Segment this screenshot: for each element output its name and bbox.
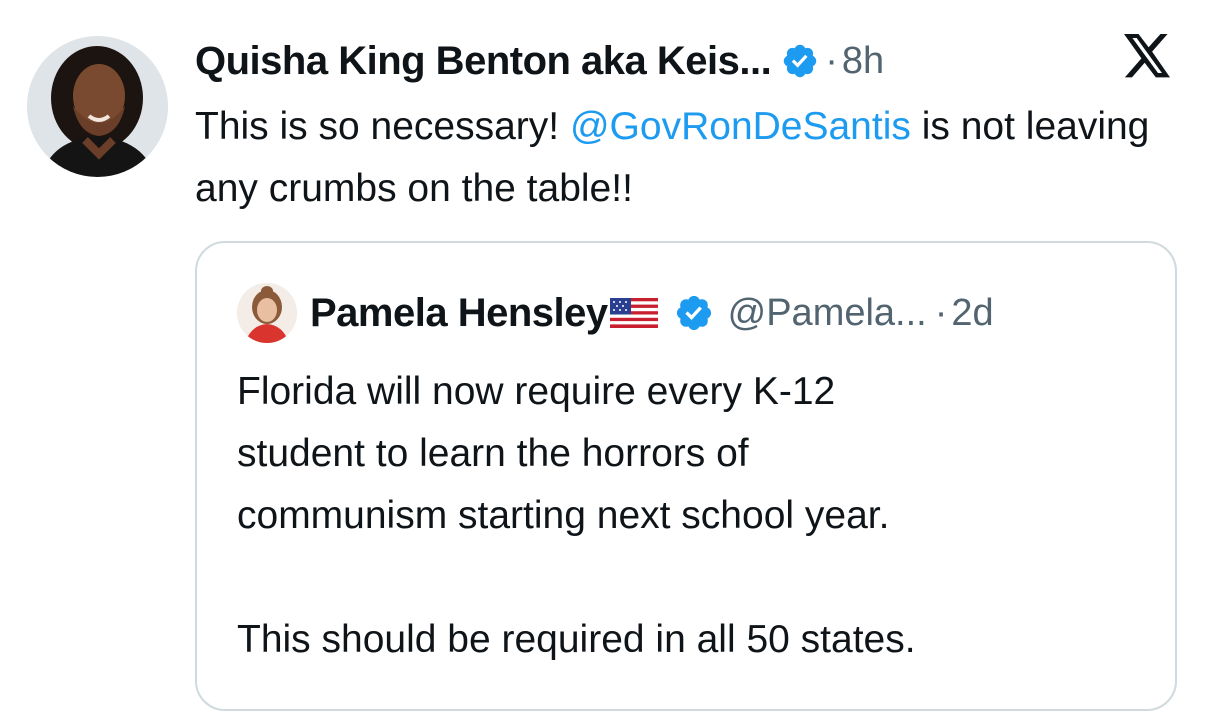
x-logo-icon[interactable] <box>1124 34 1172 78</box>
tweet-header: Quisha King Benton aka Keis... · 8h <box>195 34 884 88</box>
quoted-tweet-header: Pamela Hensley @Pamela... · 2d <box>310 287 994 339</box>
quoted-author-handle[interactable]: @Pamela... <box>728 292 927 335</box>
quoted-text-line: communism starting next school year. <box>237 494 890 537</box>
quoted-text-line: This should be required in all 50 states… <box>237 618 916 661</box>
tweet-timestamp[interactable]: 8h <box>842 40 884 83</box>
author-name[interactable]: Quisha King Benton aka Keis... <box>195 39 772 84</box>
quoted-text-line: student to learn the horrors of <box>237 432 749 475</box>
quoted-profile-photo <box>237 283 297 343</box>
us-flag-icon <box>609 298 658 328</box>
author-avatar[interactable] <box>27 36 168 177</box>
quoted-author-avatar[interactable] <box>237 283 297 343</box>
verified-badge-icon <box>674 293 714 333</box>
quoted-text-spacer <box>237 547 1137 609</box>
quoted-tweet-text: Florida will now require every K-12 stud… <box>237 361 1137 671</box>
header-separator: · <box>825 39 838 82</box>
quoted-author-name[interactable]: Pamela Hensley <box>310 291 608 336</box>
tweet-text: This is so necessary! @GovRonDeSantis is… <box>195 96 1155 220</box>
profile-photo <box>27 36 168 177</box>
mention-link[interactable]: @GovRonDeSantis <box>570 105 911 148</box>
quoted-tweet-timestamp[interactable]: 2d <box>951 292 993 335</box>
quoted-text-line: Florida will now require every K-12 <box>237 370 836 413</box>
verified-badge-icon <box>781 42 819 80</box>
quoted-tweet-card[interactable]: Pamela Hensley @Pamela... · 2d Florida w… <box>195 241 1177 711</box>
quoted-header-separator: · <box>934 291 948 334</box>
tweet-text-before: This is so necessary! <box>195 105 570 148</box>
